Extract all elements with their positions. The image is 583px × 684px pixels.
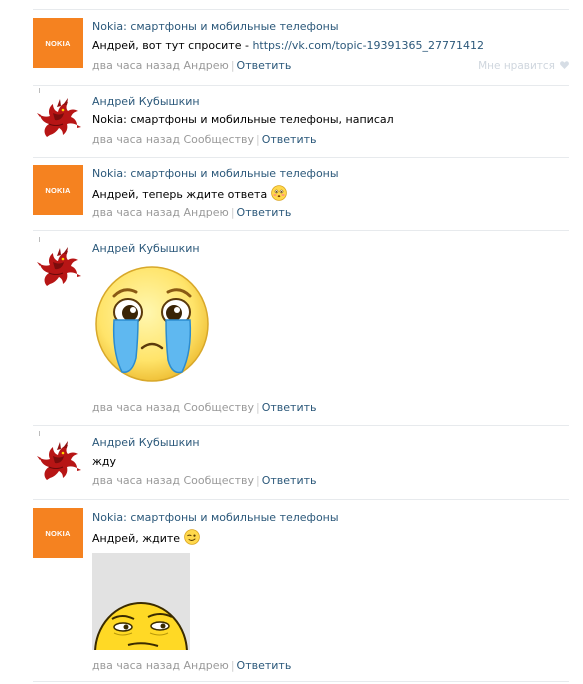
comment-time[interactable]: два часа назад	[92, 474, 180, 487]
heart-icon	[560, 61, 569, 69]
separator	[33, 230, 569, 231]
reply-button[interactable]: Ответить	[262, 401, 317, 414]
comment-author-link[interactable]: Nokia: смартфоны и мобильные телефоны	[92, 511, 339, 524]
comment-text: Nokia: смартфоны и мобильные телефоны, н…	[92, 113, 394, 126]
comment-meta: два часа назад Андрею | Ответить	[92, 59, 291, 72]
reply-recipient[interactable]: Андрею	[183, 59, 228, 72]
comment-text: Андрей, вот тут спросите - https://vk.co…	[92, 39, 484, 52]
reply-button[interactable]: Ответить	[237, 206, 292, 219]
separator	[33, 85, 569, 86]
comment-text-body: Андрей, вот тут спросите -	[92, 39, 253, 52]
comment-text-body: Андрей, ждите	[92, 532, 181, 545]
comment-time[interactable]: два часа назад	[92, 659, 180, 672]
separator	[33, 681, 569, 682]
crying-emoji-sticker[interactable]	[92, 262, 212, 382]
comment-time[interactable]: два часа назад	[92, 206, 180, 219]
comment-author-link[interactable]: Андрей Кубышкин	[92, 242, 200, 255]
separator	[33, 499, 569, 500]
meta-divider: |	[230, 206, 235, 219]
meta-divider: |	[230, 659, 235, 672]
separator	[33, 425, 569, 426]
reply-button[interactable]: Ответить	[237, 659, 292, 672]
comment-1: NOKIA Nokia: смартфоны и мобильные телеф…	[0, 18, 583, 78]
meta-divider: |	[256, 474, 260, 487]
winking-emoji-icon	[183, 529, 200, 545]
nokia-avatar[interactable]: NOKIA	[33, 508, 83, 558]
comment-text: Андрей, ждите	[92, 529, 200, 545]
meta-divider: |	[230, 59, 235, 72]
comment-meta: два часа назад Андрею | Ответить	[92, 206, 291, 219]
red-dragon-avatar[interactable]	[33, 436, 83, 486]
like-label: Мне нравится	[478, 60, 555, 72]
reply-recipient[interactable]: Сообществу	[183, 401, 254, 414]
topic-link[interactable]: https://vk.com/topic-19391365_27771412	[252, 39, 484, 52]
reply-recipient[interactable]: Андрею	[183, 206, 228, 219]
like-button[interactable]: Мне нравится	[478, 60, 569, 72]
nokia-avatar[interactable]: NOKIA	[33, 18, 83, 68]
comment-meta: два часа назад Сообществу | Ответить	[92, 474, 316, 487]
separator	[33, 9, 569, 10]
comment-text-body: Андрей, теперь ждите ответа	[92, 188, 268, 201]
comment-4: Андрей Кубышкин два часа назад Сообществ…	[0, 237, 583, 422]
comment-3: NOKIA Nokia: смартфоны и мобильные телеф…	[0, 165, 583, 225]
nokia-logo-text: NOKIA	[45, 38, 71, 48]
comment-author-link[interactable]: Андрей Кубышкин	[92, 95, 200, 108]
nokia-avatar[interactable]: NOKIA	[33, 165, 83, 215]
comment-6: NOKIA Nokia: смартфоны и мобильные телеф…	[0, 508, 583, 684]
comment-2: Андрей Кубышкин Nokia: смартфоны и мобил…	[0, 88, 583, 153]
comment-time[interactable]: два часа назад	[92, 59, 180, 72]
comment-author-link[interactable]: Nokia: смартфоны и мобильные телефоны	[92, 20, 339, 33]
comment-text: Андрей, теперь ждите ответа	[92, 185, 287, 201]
reply-button[interactable]: Ответить	[262, 474, 317, 487]
comment-author-link[interactable]: Андрей Кубышкин	[92, 436, 200, 449]
separator	[33, 157, 569, 158]
blushing-emoji-icon	[270, 185, 287, 201]
nokia-logo-text: NOKIA	[45, 528, 71, 538]
reply-button[interactable]: Ответить	[237, 59, 292, 72]
reply-recipient[interactable]: Сообществу	[183, 133, 254, 146]
red-dragon-avatar[interactable]	[33, 93, 83, 143]
meta-divider: |	[256, 401, 260, 414]
comment-author-link[interactable]: Nokia: смартфоны и мобильные телефоны	[92, 167, 339, 180]
smirking-face-sticker[interactable]	[92, 553, 190, 650]
comment-text: жду	[92, 455, 117, 468]
reply-recipient[interactable]: Сообществу	[183, 474, 254, 487]
comment-meta: два часа назад Сообществу | Ответить	[92, 401, 316, 414]
meta-divider: |	[256, 133, 260, 146]
reply-button[interactable]: Ответить	[262, 133, 317, 146]
nokia-logo-text: NOKIA	[45, 185, 71, 195]
red-dragon-avatar[interactable]	[33, 242, 83, 292]
reply-recipient[interactable]: Андрею	[183, 659, 228, 672]
comment-meta: два часа назад Сообществу | Ответить	[92, 133, 316, 146]
comment-5: Андрей Кубышкин жду два часа назад Сообщ…	[0, 431, 583, 496]
comment-time[interactable]: два часа назад	[92, 133, 180, 146]
comment-meta: два часа назад Андрею | Ответить	[92, 659, 291, 672]
comment-time[interactable]: два часа назад	[92, 401, 180, 414]
